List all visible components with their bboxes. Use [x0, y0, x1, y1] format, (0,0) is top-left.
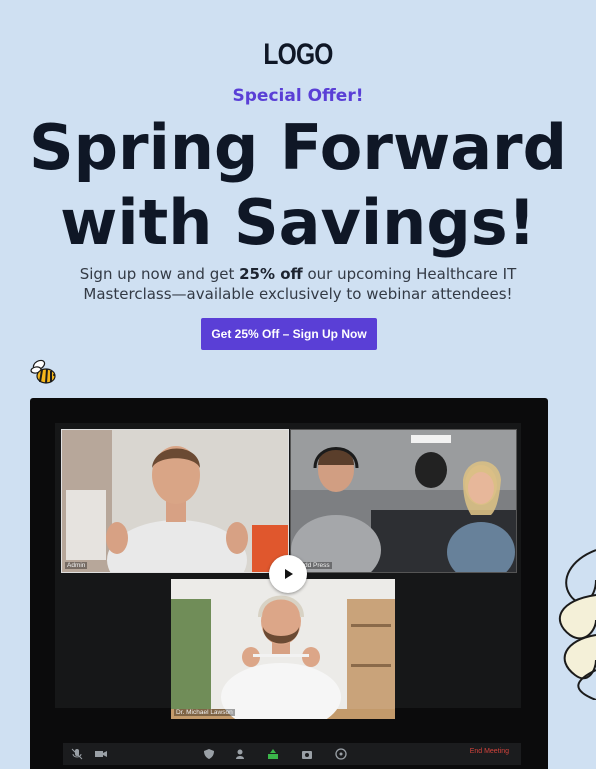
mic-muted-icon[interactable]: [71, 748, 83, 760]
participant-name-label: Dr. Michael Lawson: [174, 709, 235, 716]
participants-icon[interactable]: [235, 748, 247, 760]
signup-cta-button[interactable]: Get 25% Off – Sign Up Now: [201, 318, 377, 350]
subheadline: Sign up now and get 25% off our upcoming…: [60, 264, 536, 304]
participant-name-label: Admin: [65, 562, 88, 569]
reactions-icon[interactable]: [335, 748, 347, 760]
headline-line-1: Spring Forward: [28, 111, 568, 184]
shield-icon[interactable]: [203, 748, 215, 760]
meeting-toolbar: End Meeting: [63, 743, 521, 765]
participant-video: [62, 430, 288, 572]
participant-tile-admin[interactable]: Admin: [61, 429, 289, 573]
play-icon: [285, 569, 293, 579]
headline: Spring Forward with Savings!: [0, 110, 596, 260]
special-offer-label: Special Offer!: [232, 86, 364, 106]
subheadline-intro: Sign up now and get: [79, 265, 240, 283]
record-icon[interactable]: [301, 748, 313, 760]
share-icon[interactable]: [267, 748, 279, 760]
participant-video: [291, 430, 516, 572]
play-button[interactable]: [269, 555, 307, 593]
discount-highlight: 25% off: [239, 265, 303, 283]
end-meeting-button[interactable]: End Meeting: [470, 748, 509, 755]
participant-tile-dr-michael-lawson[interactable]: Dr. Michael Lawson: [171, 579, 395, 719]
decorative-vine: [558, 549, 596, 700]
camera-icon[interactable]: [95, 748, 107, 760]
participant-video: [171, 579, 395, 719]
participant-tile-podd-press[interactable]: Podd Press: [290, 429, 517, 573]
bee-icon: [30, 359, 56, 384]
logo: LOGO: [263, 38, 333, 71]
video-call-window: Admin Podd Press Dr. Michael Lawson End …: [30, 398, 548, 769]
headline-line-2: with Savings!: [60, 186, 536, 259]
